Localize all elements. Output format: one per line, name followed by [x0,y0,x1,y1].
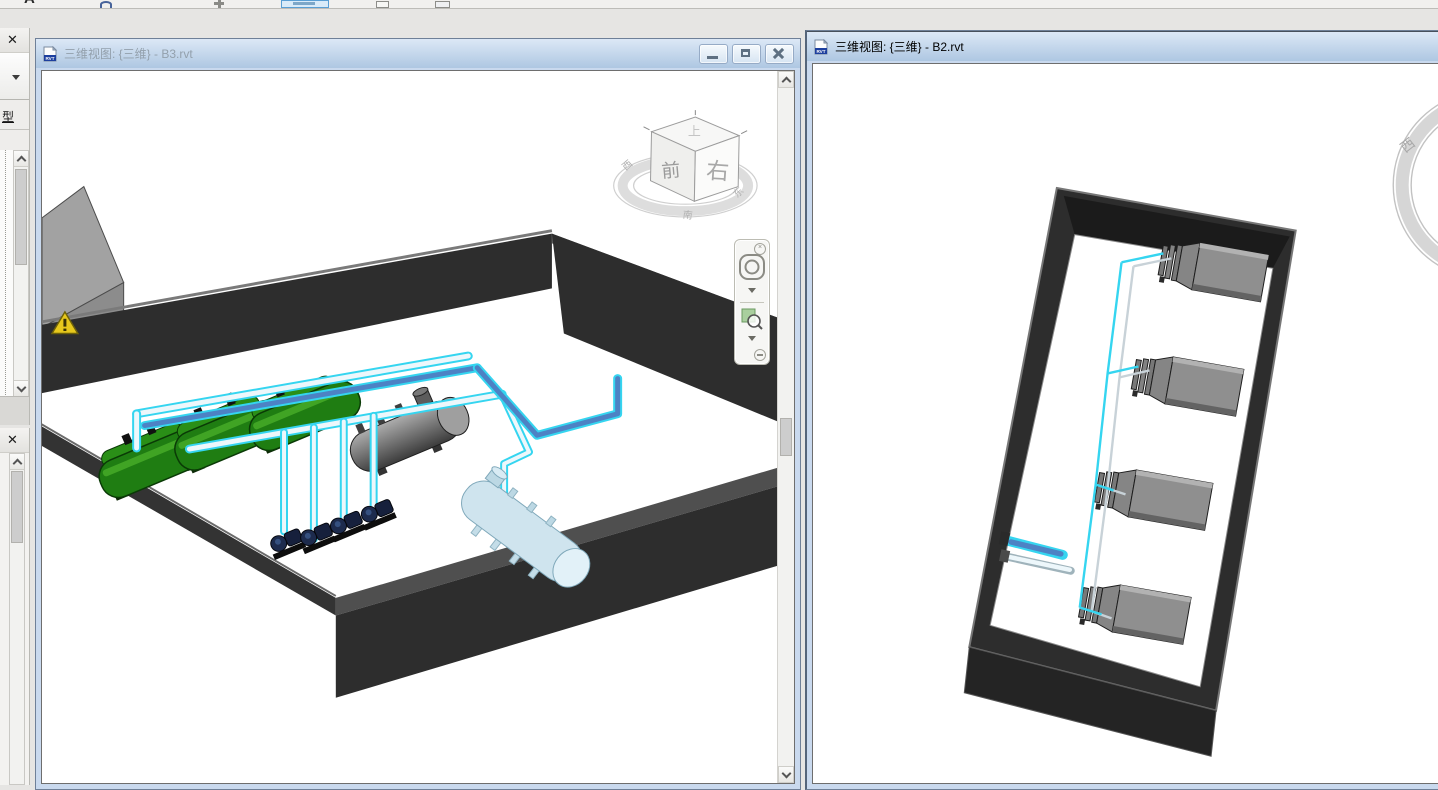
pipe-edge [477,368,617,436]
property-grid-fragment [0,150,30,397]
window-title: 三维视图: {三维} - B3.rvt [64,45,193,62]
3d-viewport-b2[interactable]: 西 [812,63,1438,784]
view-vertical-scrollbar[interactable] [777,71,794,783]
svg-text:RVT: RVT [45,56,54,61]
chevron-down-icon[interactable] [748,288,756,293]
compass-south-label[interactable]: 南 [682,208,693,222]
3d-scene-b3[interactable]: 西 南 东 上 前 右 [42,71,778,783]
minimize-button[interactable] [699,44,728,64]
window-controls [699,44,794,64]
tag-tool-glyph [293,2,315,5]
scroll-thumb[interactable] [11,471,23,543]
scroll-thumb[interactable] [15,169,27,265]
browser-body [0,453,30,785]
scroll-up-button[interactable] [14,151,28,167]
viewcube[interactable]: 西 南 东 上 前 右 [614,110,757,222]
view-window-b2[interactable]: RVT 三维视图: {三维} - B2.rvt [805,30,1438,790]
compass-partial[interactable]: 西 [1393,91,1438,279]
3d-scene-b2[interactable]: 西 [813,64,1438,783]
text-tool-icon[interactable]: A [24,0,35,8]
scroll-up-button[interactable] [10,454,24,470]
chevron-down-icon [12,75,20,80]
chevron-down-icon[interactable] [748,336,756,341]
rvt-file-icon: RVT [813,39,829,55]
type-selector-combo[interactable] [0,53,29,100]
close-button[interactable] [765,44,794,64]
close-icon[interactable]: ✕ [7,432,18,448]
pipe-blue [477,368,617,436]
navigation-bar[interactable]: × [734,239,770,365]
properties-panel-header: ✕ [0,28,29,53]
view-window-b3[interactable]: RVT 三维视图: {三维} - B3.rvt [35,38,801,790]
viewcube-right-label: 右 [705,157,730,184]
chevron-up-icon [17,156,27,166]
restore-icon [741,49,750,57]
browser-panel-header: ✕ [0,428,29,453]
paste-tool-icon[interactable] [435,1,450,8]
steering-wheel-icon[interactable] [739,254,765,280]
scroll-down-button[interactable] [14,380,28,396]
warning-bang [63,319,66,327]
compass-ring [1402,100,1438,271]
window-titlebar[interactable]: RVT 三维视图: {三维} - B3.rvt [36,39,800,69]
scroll-up-button[interactable] [778,71,794,88]
add-tool-icon-v [218,0,221,8]
edit-type-label-fragment[interactable]: 型 [0,100,29,130]
window-body: 西 [807,61,1438,789]
navbar-divider [740,302,764,303]
part [1079,618,1085,625]
chevron-down-icon [17,383,27,393]
scroll-thumb[interactable] [780,418,792,456]
scroll-down-button[interactable] [778,766,794,783]
zoom-region-icon[interactable] [741,308,763,330]
window-titlebar[interactable]: RVT 三维视图: {三维} - B2.rvt [807,31,1438,62]
viewcube-top-label: 上 [688,124,701,139]
browser-scrollbar[interactable] [9,453,25,785]
rvt-file-icon: RVT [42,46,58,62]
properties-panel-fragment: ✕ 型 [0,28,30,425]
window-title: 三维视图: {三维} - B2.rvt [835,38,964,55]
restore-button[interactable] [732,44,761,64]
sync-tool-icon[interactable] [100,1,112,8]
delete-tool-icon[interactable] [376,1,389,8]
ribbon-bottom-strip: A [0,0,1438,9]
part [1159,276,1165,283]
window-body: 西 南 东 上 前 右 × [36,68,800,789]
chevron-down-icon [782,769,792,779]
svg-text:RVT: RVT [816,49,825,54]
3d-viewport-b3[interactable]: 西 南 东 上 前 右 × [41,70,795,784]
part [1132,390,1138,397]
browser-panel-fragment: ✕ [0,428,30,785]
minimize-icon [707,56,718,59]
viewcube-front-label: 前 [661,159,682,181]
part [1095,503,1101,510]
grid-divider [5,150,6,397]
navbar-collapse-icon[interactable] [754,349,766,361]
panel-footer [0,396,30,425]
chevron-up-icon [782,77,792,87]
properties-scrollbar[interactable] [13,150,29,397]
chevron-up-icon [13,459,23,469]
warning-dot [63,329,66,331]
close-icon[interactable]: ✕ [7,32,18,48]
